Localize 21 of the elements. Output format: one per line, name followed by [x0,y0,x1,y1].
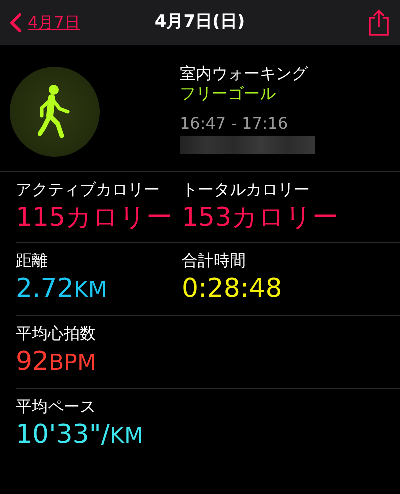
share-icon [368,8,390,36]
metric-label: 平均心拍数 [16,324,97,344]
metric-value: 115カロリー [16,202,173,235]
walking-person-icon [38,84,72,140]
metric-label: 距離 [16,251,49,271]
metric-value: 153カロリー [182,202,339,235]
workout-name: 室内ウォーキング [180,64,310,84]
share-button[interactable] [368,8,390,36]
metric-value: 0:28:48 [182,273,282,306]
metric-label: 平均ペース [16,397,97,417]
metric-value: 10'33"/KM [16,419,144,452]
workout-goal: フリーゴール [180,84,277,104]
metric-value: 92 BPM [16,346,96,379]
nav-title: 4月7日(日) [154,12,246,32]
back-button[interactable]: 4月7日 [10,10,80,34]
metric-label: 合計時間 [182,251,247,271]
metric-label: アクティブカロリー [16,180,161,200]
metric-label: トータルカロリー [182,180,311,200]
metric-value: 2.72 KM [16,273,108,306]
back-chevron-icon [10,12,22,32]
workout-time-range: 16:47 - 17:16 [180,114,290,134]
